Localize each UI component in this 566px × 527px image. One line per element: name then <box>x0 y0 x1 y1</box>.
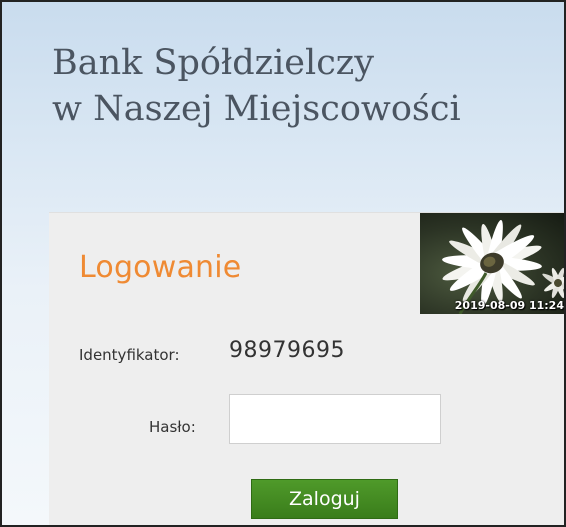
identifier-value: 98979695 <box>229 338 345 363</box>
password-label: Hasło: <box>149 418 196 436</box>
password-input[interactable] <box>229 394 441 444</box>
identifier-label: Identyfikator: <box>79 346 180 364</box>
bank-name: Bank Spółdzielczy w Naszej Miejscowości <box>52 40 461 132</box>
login-title: Logowanie <box>79 250 242 285</box>
bank-name-line-1: Bank Spółdzielczy <box>52 43 375 83</box>
bank-name-line-2: w Naszej Miejscowości <box>52 89 461 129</box>
login-page: Bank Spółdzielczy w Naszej Miejscowości … <box>0 0 566 527</box>
login-button[interactable]: Zaloguj <box>251 479 398 519</box>
security-image: 2019-08-09 11:24 <box>420 213 564 314</box>
security-image-timestamp: 2019-08-09 11:24 <box>454 299 564 312</box>
login-panel: Logowanie 2019-08-09 11:24 Identyfikator… <box>49 212 564 525</box>
